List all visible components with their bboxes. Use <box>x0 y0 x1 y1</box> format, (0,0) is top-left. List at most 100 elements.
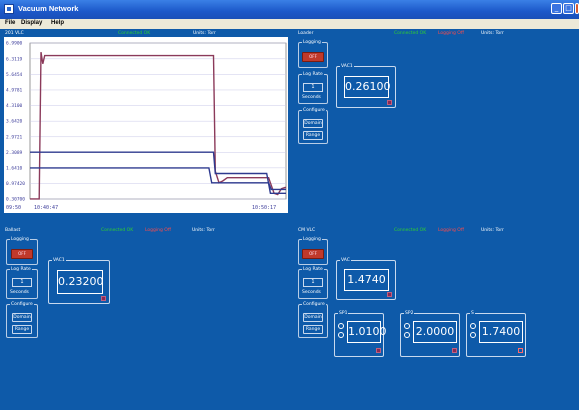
x-tick-label: 10:50:17 <box>252 205 276 211</box>
panel-loader-units: Units: Torr <box>481 31 504 36</box>
cm-s-indicator <box>518 348 523 353</box>
ballast-configure-group: Configure Domain Range <box>6 302 38 338</box>
cm-domain-button[interactable]: Domain <box>303 313 323 322</box>
cm-s-gauge: S 1.7400 <box>466 311 526 357</box>
cm-sp1-value: 1.0100 <box>347 321 387 343</box>
panel-201-title: 201 VLC <box>5 31 24 36</box>
y-tick-label: 5.6454 <box>6 72 23 78</box>
cm-logging-toggle[interactable]: OFF <box>302 249 324 259</box>
cm-configure-label: Configure <box>302 302 326 307</box>
cm-logging-group: Logging OFF <box>298 237 328 265</box>
panel-cm-title: CM VLC <box>298 228 316 233</box>
cm-vac-value: 1.4740 <box>344 269 389 291</box>
ballast-vac1-value: 0.23200 <box>57 270 104 294</box>
cm-sp1-label: SP1 <box>338 311 349 316</box>
cm-sp1-indicator <box>376 348 381 353</box>
loader-configure-group: Configure Domain Range <box>298 108 328 144</box>
panel-cm-status: Connected OK <box>394 228 427 233</box>
cm-seconds-label: Seconds <box>302 290 321 295</box>
title-bar: Vacuum Network _ □ <box>0 0 579 19</box>
y-tick-label: 0.30700 <box>6 197 25 203</box>
cm-sp2-value: 2.0000 <box>413 321 457 343</box>
y-tick-label: 6.3119 <box>6 56 23 62</box>
menu-help[interactable]: Help <box>51 20 64 26</box>
loader-logging-label: Logging <box>302 40 322 45</box>
ballast-lograte-group: Log Rate 1 Seconds <box>6 267 38 299</box>
s-up-icon[interactable] <box>470 323 476 329</box>
minimize-button[interactable]: _ <box>551 3 562 14</box>
panel-loader-status: Connected OK <box>394 31 427 36</box>
ballast-seconds-label: Seconds <box>10 290 29 295</box>
chart-svg: 0.30700 0.97420 1.6410 2.3089 2.9721 3.6420 4.… <box>6 41 287 211</box>
pressure-chart: 0.30700 0.97420 1.6410 2.3089 2.9721 3.6420 4.… <box>4 37 288 213</box>
close-button[interactable] <box>575 3 579 14</box>
ballast-configure-label: Configure <box>10 302 34 307</box>
ballast-logging-group: Logging OFF <box>6 237 38 265</box>
cm-sp2-gauge: SP2 2.0000 <box>400 311 460 357</box>
cm-sp2-label: SP2 <box>404 311 415 316</box>
loader-vac1-value: 0.26100 <box>344 76 391 98</box>
sp1-up-icon[interactable] <box>338 323 344 329</box>
loader-vac1-indicator <box>387 100 392 105</box>
loader-configure-label: Configure <box>302 108 326 113</box>
panel-cm-units: Units: Torr <box>481 228 504 233</box>
panel-loader-logging-status: Logging Off <box>438 31 464 36</box>
sp1-down-icon[interactable] <box>338 332 344 338</box>
loader-logging-toggle[interactable]: OFF <box>302 52 324 62</box>
ballast-lograte-input[interactable]: 1 <box>12 278 32 287</box>
cm-range-button[interactable]: Range <box>303 325 323 334</box>
panel-cm-logging-status: Logging Off <box>438 228 464 233</box>
y-tick-label: 1.6410 <box>6 165 23 171</box>
loader-range-button[interactable]: Range <box>303 131 323 140</box>
cm-lograte-group: Log Rate 1 Seconds <box>298 267 328 299</box>
cm-sp1-gauge: SP1 1.0100 <box>334 311 387 357</box>
y-tick-label: 6.9900 <box>6 41 23 47</box>
ballast-vac1-gauge: VAC1 0.23200 <box>48 258 110 304</box>
x-tick-label: 09:50 <box>6 205 21 211</box>
y-tick-label: 2.9721 <box>6 134 23 140</box>
cm-vac-label: VAC <box>340 258 351 263</box>
loader-domain-button[interactable]: Domain <box>303 119 323 128</box>
app-icon <box>4 4 14 14</box>
loader-vac1-gauge: VAC1 0.26100 <box>336 64 396 108</box>
loader-seconds-label: Seconds <box>302 95 321 100</box>
cm-sp2-indicator <box>452 348 457 353</box>
y-tick-label: 2.3089 <box>6 150 23 156</box>
loader-lograte-label: Log Rate <box>302 72 324 77</box>
ballast-logging-label: Logging <box>10 237 30 242</box>
y-tick-label: 0.97420 <box>6 181 25 187</box>
cm-logging-label: Logging <box>302 237 322 242</box>
ballast-vac1-indicator <box>101 296 106 301</box>
ballast-logging-toggle[interactable]: OFF <box>11 249 33 259</box>
maximize-button[interactable]: □ <box>563 3 574 14</box>
ballast-lograte-label: Log Rate <box>10 267 32 272</box>
cm-configure-group: Configure Domain Range <box>298 302 328 338</box>
cm-s-label: S <box>470 311 475 316</box>
loader-vac1-label: VAC1 <box>340 64 354 69</box>
panel-ballast-units: Units: Torr <box>192 228 215 233</box>
menu-file[interactable]: File <box>5 20 15 26</box>
ballast-vac1-label: VAC1 <box>52 258 66 263</box>
loader-lograte-input[interactable]: 1 <box>303 83 323 92</box>
panel-ballast-logging-status: Logging Off <box>145 228 171 233</box>
sp2-down-icon[interactable] <box>404 332 410 338</box>
s-down-icon[interactable] <box>470 332 476 338</box>
cm-lograte-input[interactable]: 1 <box>303 278 323 287</box>
window-title: Vacuum Network <box>18 4 79 13</box>
loader-lograte-group: Log Rate 1 Seconds <box>298 72 328 104</box>
menu-bar: File Display Help <box>0 19 579 29</box>
y-tick-label: 4.3100 <box>6 103 23 109</box>
menu-display[interactable]: Display <box>21 20 42 26</box>
sp2-up-icon[interactable] <box>404 323 410 329</box>
y-tick-label: 4.9781 <box>6 87 23 93</box>
cm-s-value: 1.7400 <box>479 321 523 343</box>
status-bar <box>0 402 579 410</box>
panel-ballast-title: Ballast <box>5 228 21 233</box>
loader-logging-group: Logging OFF <box>298 40 328 68</box>
panel-201-units: Units: Torr <box>193 31 216 36</box>
ballast-domain-button[interactable]: Domain <box>12 313 32 322</box>
ballast-range-button[interactable]: Range <box>12 325 32 334</box>
x-tick-label: 10:40:47 <box>34 205 58 211</box>
y-tick-label: 3.6420 <box>6 119 23 125</box>
panel-ballast-status: Connected OK <box>101 228 134 233</box>
